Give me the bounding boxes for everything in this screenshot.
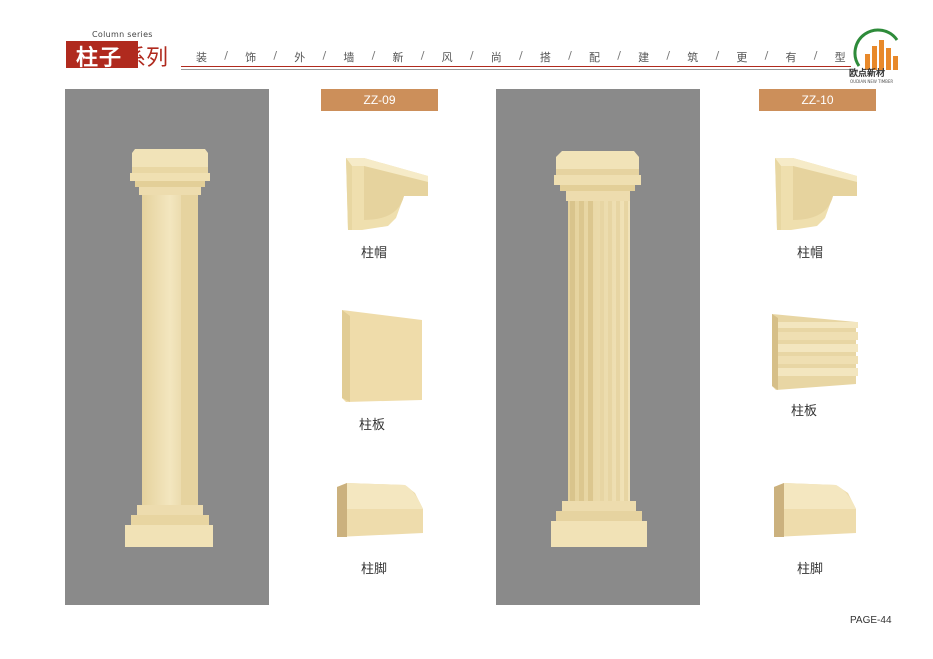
column-cap-icon [775,158,857,230]
column-panel-fluted-icon [772,314,858,390]
part-label-base: 柱脚 [360,562,387,577]
tagline-char: 装 [196,51,207,64]
tagline-separator: / [666,49,671,62]
part-label-panel: 柱板 [358,418,385,433]
series-title-light: 系列 [124,46,169,71]
tagline-char: 配 [589,51,600,64]
part-label-base: 柱脚 [796,562,823,577]
tagline-char: 型 [834,51,846,64]
plain-column-icon [125,149,213,547]
tagline-char: 外 [294,51,306,64]
tagline-char: 饰 [245,51,257,64]
tagline-separator: / [371,49,376,62]
column-cap-icon [346,158,428,230]
series-title-english: Column series [92,30,153,39]
tagline-char: 新 [392,51,404,64]
series-title-bold: 柱子 [76,46,123,71]
tagline-char: 墙 [343,51,355,64]
column-base-icon [337,483,423,537]
tagline-separator: / [469,49,474,62]
tagline-char: 有 [785,51,797,64]
fluted-column-icon [551,151,647,547]
tagline-rule-gray [181,69,851,70]
brand-logo-subtext: OUDIAN NEW TIMBER [850,79,894,84]
column-base-icon [774,483,856,537]
column-panel-icon [342,310,422,402]
model-tag-zz09: ZZ-09 [321,89,438,111]
tagline-char: 风 [441,51,453,64]
product-photo-zz09 [65,89,269,605]
tagline-char: 尚 [490,51,502,64]
tagline-char: 筑 [687,51,699,64]
part-label-cap: 柱帽 [360,246,387,261]
tagline-separator: / [322,49,327,62]
brand-logo-text: 欧点新材 [849,69,886,79]
tagline: 装 / 饰 / 外 / 墙 / 新 / 风 / 尚 / 搭 / 配 / 建 / 筑 / 更 / 有 / 型 [196,49,846,65]
tagline-char: 更 [736,51,748,64]
product-photo-zz10 [496,89,700,605]
tagline-separator: / [420,49,425,62]
tagline-char: 建 [638,51,650,64]
part-label-cap: 柱帽 [796,246,823,261]
part-label-panel: 柱板 [790,404,817,419]
tagline-rule-red [181,66,851,67]
tagline-char: 搭 [539,51,551,64]
tagline-separator: / [273,49,278,62]
model-tag-zz10: ZZ-10 [759,89,876,111]
tagline-separator: / [715,49,720,62]
page-header: Column series 柱子 系列 装 / 饰 / 外 / 墙 / 新 / 风 / 尚 /… [0,0,933,90]
tagline-separator: / [764,49,769,62]
page-number: PAGE-44 [850,615,892,626]
tagline-separator: / [813,49,818,62]
tagline-separator: / [224,49,228,62]
tagline-separator: / [617,49,621,62]
tagline-separator: / [568,49,572,62]
tagline-separator: / [518,49,523,62]
